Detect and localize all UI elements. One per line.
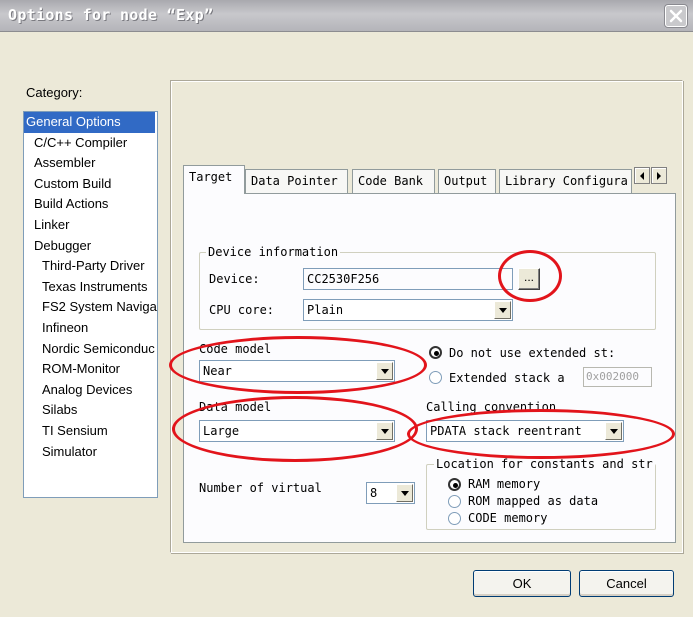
category-item[interactable]: Simulator [24,442,157,463]
tab-scroll-left-button[interactable] [634,167,650,184]
chevron-down-icon [396,484,413,502]
chevron-down-icon [376,422,393,440]
tab-data-pointer[interactable]: Data Pointer [245,169,348,193]
rom-mapped-label: ROM mapped as data [468,494,599,508]
chevron-down-icon [494,301,511,319]
tab-code-bank-label: Code Bank [358,174,424,188]
tab-library-config[interactable]: Library Configura [499,169,632,193]
category-item[interactable]: C/C++ Compiler [24,133,157,154]
category-item[interactable]: Silabs [24,400,157,421]
device-label: Device: [209,272,260,286]
tab-library-config-label: Library Configura [505,174,628,188]
virtual-registers-label: Number of virtual [199,481,322,495]
category-item[interactable]: Linker [24,215,157,236]
extended-stack-radio[interactable] [429,371,442,384]
close-button[interactable] [665,5,687,27]
category-item[interactable]: Nordic Semiconduc [24,339,157,360]
category-item[interactable]: General Options [24,112,155,133]
device-value: CC2530F256 [307,272,380,286]
device-info-title: Device information [206,245,341,259]
tab-code-bank[interactable]: Code Bank [352,169,435,193]
category-item[interactable]: Debugger [24,236,157,257]
category-item[interactable]: Infineon [24,318,157,339]
arrow-left-icon [640,171,644,180]
cancel-button[interactable]: Cancel [579,570,674,597]
category-item[interactable]: Custom Build [24,174,157,195]
category-item[interactable]: Assembler [24,153,157,174]
virtual-registers-dropdown[interactable]: 8 [366,482,415,504]
calling-convention-value: PDATA stack reentrant [430,424,582,438]
no-extended-stack-radio[interactable] [429,346,442,359]
no-extended-stack-label: Do not use extended st: [449,346,616,360]
category-item[interactable]: Build Actions [24,194,157,215]
category-item[interactable]: Analog Devices [24,380,157,401]
chevron-down-icon [376,362,393,380]
tab-target-label: Target [189,170,233,184]
ram-memory-radio[interactable] [448,478,461,491]
virtual-registers-value: 8 [370,486,378,500]
category-list[interactable]: General Options C/C++ Compiler Assembler Cu… [23,111,158,498]
tab-output-label: Output [444,174,488,188]
cpu-core-dropdown[interactable]: Plain [303,299,513,321]
data-model-label: Data model [199,400,272,414]
tab-scroll-right-button[interactable] [651,167,667,184]
device-field: CC2530F256 [303,268,513,290]
tab-output[interactable]: Output [438,169,496,193]
data-model-value: Large [203,424,240,438]
category-label: Category: [26,85,83,100]
extended-stack-address-field: 0x002000 [583,367,652,387]
category-item[interactable]: ROM-Monitor [24,359,157,380]
cpu-core-label: CPU core: [209,303,275,317]
category-item[interactable]: TI Sensium [24,421,157,442]
close-icon [669,9,683,23]
code-model-label: Code model [199,342,272,356]
data-model-dropdown[interactable]: Large [199,420,395,442]
category-item[interactable]: FS2 System Naviga [24,297,157,318]
category-item[interactable]: Third-Party Driver [24,256,157,277]
chevron-down-icon [605,422,622,440]
code-memory-label: CODE memory [468,511,548,525]
code-model-dropdown[interactable]: Near [199,360,395,382]
extended-stack-label: Extended stack a [449,371,565,385]
extended-stack-address: 0x002000 [586,370,639,383]
title-bar: Options for node “Exp” [0,0,693,32]
calling-convention-label: Calling convention [426,400,557,414]
arrow-right-icon [657,171,661,180]
ok-button[interactable]: OK [473,570,571,597]
code-model-value: Near [203,364,232,378]
window-title: Options for node “Exp” [8,6,214,24]
ram-memory-label: RAM memory [468,477,541,491]
calling-convention-dropdown[interactable]: PDATA stack reentrant [426,420,624,442]
code-memory-radio[interactable] [448,512,461,525]
browse-device-button[interactable]: ... [518,268,540,290]
cpu-core-value: Plain [307,303,344,317]
rom-mapped-radio[interactable] [448,495,461,508]
tab-target[interactable]: Target [183,165,245,194]
constants-location-title: Location for constants and str [434,457,655,471]
category-item[interactable]: Texas Instruments [24,277,157,298]
tab-data-pointer-label: Data Pointer [251,174,338,188]
